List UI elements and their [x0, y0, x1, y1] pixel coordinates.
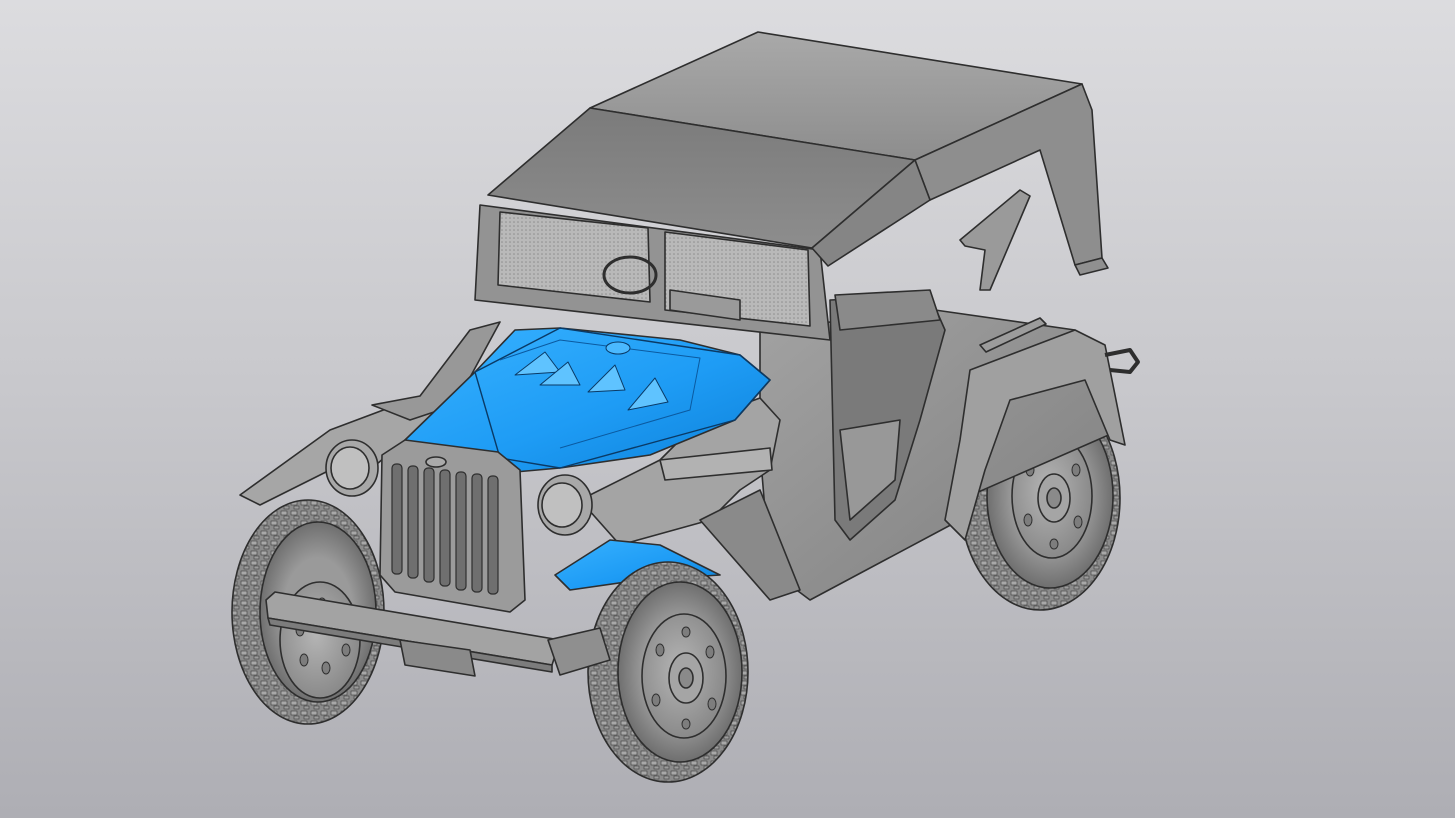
headlight-left [325, 439, 379, 497]
vehicle-model[interactable] [231, 31, 1140, 783]
cad-viewport[interactable] [0, 0, 1455, 818]
front-right-wheel[interactable] [587, 561, 749, 783]
radiator-grille[interactable] [379, 439, 526, 613]
headlight-right [537, 474, 593, 536]
vehicle-model-scene[interactable] [0, 0, 1455, 818]
